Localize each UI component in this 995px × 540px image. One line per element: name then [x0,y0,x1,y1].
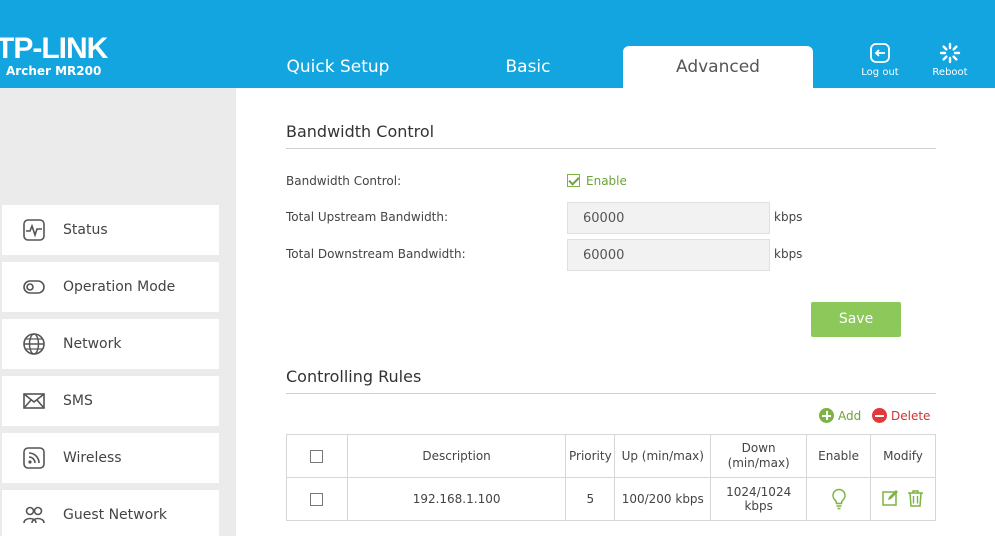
delete-button[interactable]: Delete [872,408,930,423]
sidebar-item-operation-mode[interactable]: Operation Mode [2,262,219,312]
lightbulb-icon[interactable] [831,488,847,510]
save-button[interactable]: Save [811,302,901,337]
status-icon [23,219,45,241]
delete-icon [872,408,887,423]
row-up: 100/200 kbps [614,477,712,521]
select-all-cell [286,434,348,478]
sidebar-item-status[interactable]: Status [2,205,219,255]
row-modify-cell [870,477,936,521]
tab-basic[interactable]: Basic [433,46,623,88]
enable-label: Enable [586,174,627,188]
sidebar-item-network[interactable]: Network [2,319,219,369]
column-header-enable: Enable [806,434,872,478]
row-enable-cell [806,477,872,521]
column-header-up: Up (min/max) [614,434,712,478]
globe-icon [23,333,45,355]
sidebar-item-guest-network[interactable]: Guest Network [2,490,219,540]
table-header-row: Description Priority Up (min/max) Down (… [286,434,936,478]
logout-button[interactable]: Log out [850,42,910,78]
row-description: 192.168.1.100 [346,477,567,521]
section-divider [286,393,936,394]
sidebar-item-label: SMS [63,393,93,409]
wireless-icon [23,447,45,469]
column-header-modify: Modify [870,434,936,478]
upstream-unit: kbps [774,210,803,224]
upstream-input[interactable] [567,202,770,234]
sidebar-item-label: Wireless [63,450,122,466]
add-label: Add [838,409,862,423]
logout-icon [870,43,890,63]
top-header: TP-LINK Archer MR200 Quick Setup Basic A… [0,0,995,88]
downstream-label: Total Downstream Bandwidth: [286,247,466,261]
tab-advanced[interactable]: Advanced [623,46,813,88]
sidebar-item-sms[interactable]: SMS [2,376,219,426]
bandwidth-control-title: Bandwidth Control [286,122,435,141]
column-header-down: Down (min/max) [710,434,808,478]
downstream-input[interactable] [567,239,770,271]
downstream-unit: kbps [774,247,803,261]
sidebar-item-wireless[interactable]: Wireless [2,433,219,483]
sidebar-item-label: Operation Mode [63,279,176,295]
sidebar-item-label: Network [63,336,122,352]
reboot-label: Reboot [932,67,968,78]
operation-mode-icon [23,280,45,294]
row-down: 1024/1024 kbps [710,477,808,521]
sidebar-item-label: Status [63,222,108,238]
tab-quick-setup[interactable]: Quick Setup [243,46,433,88]
controlling-rules-title: Controlling Rules [286,367,422,386]
bandwidth-enable-checkbox[interactable]: Enable [567,174,627,188]
trash-icon[interactable] [907,489,924,510]
column-header-description: Description [346,434,567,478]
rules-table: Description Priority Up (min/max) Down (… [286,434,936,521]
row-priority: 5 [565,477,616,521]
add-icon [819,408,834,423]
add-button[interactable]: Add [819,408,861,423]
reboot-button[interactable]: Reboot [920,42,980,78]
edit-icon[interactable] [882,489,899,509]
reboot-icon [939,42,961,64]
checkbox-checked-icon [567,174,580,187]
bandwidth-control-label: Bandwidth Control: [286,174,402,188]
envelope-icon [23,393,45,409]
upstream-label: Total Upstream Bandwidth: [286,210,449,224]
select-all-checkbox[interactable] [310,450,324,463]
guest-network-icon [23,506,45,524]
column-header-priority: Priority [565,434,616,478]
sidebar-item-label: Guest Network [63,507,168,523]
table-row: 192.168.1.100 5 100/200 kbps 1024/1024 k… [286,477,936,521]
row-checkbox[interactable] [310,493,324,506]
section-divider [286,148,936,149]
sidebar: Status Operation Mode Network SMS Wirele… [0,88,236,540]
brand-logo: TP-LINK [0,32,108,65]
delete-label: Delete [891,409,931,423]
row-select-cell [286,477,348,521]
model-name: Archer MR200 [6,64,102,78]
logout-label: Log out [861,67,899,78]
